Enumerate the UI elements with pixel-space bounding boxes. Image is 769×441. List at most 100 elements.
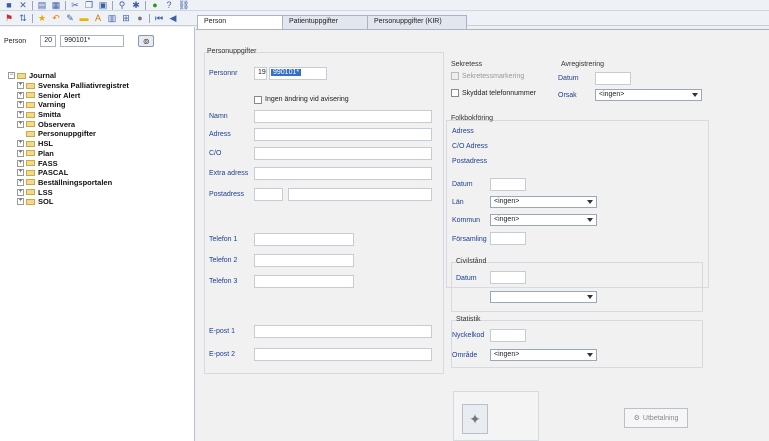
flag-icon[interactable]: ⚑ — [4, 13, 14, 23]
help-icon[interactable]: ? — [164, 0, 174, 10]
text-icon[interactable]: A — [93, 13, 103, 23]
tree-item[interactable]: + Plan — [8, 149, 129, 159]
tree-item[interactable]: + Varning — [8, 100, 129, 110]
link-icon[interactable]: ⛓ — [178, 0, 189, 10]
telefon2-field[interactable] — [254, 254, 354, 267]
expand-icon[interactable]: + — [17, 149, 24, 157]
tree-item[interactable]: + SOL — [8, 197, 129, 207]
tree-item[interactable]: + Smitta — [8, 110, 129, 120]
save-icon[interactable]: ■ — [4, 0, 14, 10]
civilstand-datum-field[interactable] — [490, 271, 526, 284]
avregistrering-datum-field[interactable] — [595, 72, 631, 85]
personnr-field[interactable]: 990101* — [269, 67, 327, 80]
expand-icon[interactable]: + — [17, 82, 24, 90]
epost1-field[interactable] — [254, 325, 432, 338]
tab-personuppgifter-kir[interactable]: Personuppgifter (KIR) — [367, 15, 467, 29]
expand-icon[interactable]: + — [17, 111, 24, 119]
previous-icon[interactable]: ◀ — [168, 13, 178, 23]
forsamling-field[interactable] — [490, 232, 526, 245]
sekretessmarkering-checkbox[interactable] — [451, 72, 459, 80]
tree-item[interactable]: + PASCAL — [8, 168, 129, 178]
favorite-star-icon[interactable]: ★ — [37, 13, 47, 23]
tree-item[interactable]: + Svenska Palliativregistret — [8, 81, 129, 91]
tree-item[interactable]: + FASS — [8, 158, 129, 168]
expand-icon[interactable]: + — [17, 140, 24, 148]
adress-field[interactable] — [254, 128, 432, 141]
plugin-button[interactable]: ✦ — [462, 404, 488, 434]
cut-icon[interactable]: ✂ — [70, 0, 80, 10]
print-icon[interactable]: ▤ — [37, 0, 47, 10]
action-panel: ✦ — [453, 391, 539, 441]
edit-icon[interactable]: ✎ — [65, 13, 75, 23]
collapse-icon[interactable]: − — [8, 72, 15, 80]
expand-icon[interactable]: + — [17, 91, 24, 99]
namn-field[interactable] — [254, 110, 432, 123]
expand-icon[interactable]: + — [17, 188, 24, 196]
expand-icon[interactable]: + — [17, 198, 24, 206]
tree-item[interactable]: + Beställningsportalen — [8, 178, 129, 188]
postnummer-field[interactable] — [254, 188, 283, 201]
star-icon[interactable]: ✱ — [131, 0, 141, 10]
pin-icon[interactable]: ⚲ — [117, 0, 127, 10]
tree-item[interactable]: + Observera — [8, 119, 129, 129]
tab-patientuppgifter[interactable]: Patientuppgifter — [282, 15, 368, 29]
close-icon[interactable]: ✕ — [18, 0, 28, 10]
chevron-down-icon — [587, 200, 593, 204]
folk-datum-label: Datum — [452, 181, 473, 188]
orsak-value: <ingen> — [599, 91, 625, 98]
sort-icon[interactable]: ⇅ — [18, 13, 28, 23]
folder-icon[interactable]: ▬ — [79, 13, 89, 23]
expand-icon[interactable]: + — [17, 178, 24, 186]
search-person-button[interactable]: ⊚ — [138, 35, 155, 47]
folder-icon — [26, 130, 35, 137]
ingen-andring-checkbox[interactable] — [254, 96, 262, 104]
first-icon[interactable]: ⏮ — [154, 13, 164, 23]
record-icon[interactable]: ● — [135, 13, 145, 23]
epost2-field[interactable] — [254, 348, 432, 361]
image-icon[interactable]: ▦ — [51, 0, 61, 10]
telefon1-field[interactable] — [254, 233, 354, 246]
skyddat-telefonnummer-checkbox[interactable] — [451, 89, 459, 97]
folk-adress-label: Adress — [452, 128, 474, 135]
omrade-select[interactable]: <ingen> — [490, 349, 597, 361]
tab-person[interactable]: Person — [197, 15, 283, 30]
paste-icon[interactable]: ▣ — [98, 0, 108, 10]
orsak-select[interactable]: <ingen> — [595, 89, 702, 101]
utbetalning-button[interactable]: ⚙ Utbetalning — [624, 408, 688, 428]
calendar-icon[interactable]: ▥ — [107, 13, 117, 23]
copy-icon[interactable]: ❐ — [84, 0, 94, 10]
grid-icon[interactable]: ⊞ — [121, 13, 131, 23]
binoculars-icon: ⊚ — [142, 36, 150, 46]
personnr-century-field[interactable]: 19 — [254, 67, 267, 80]
left-pane: Person 20 990101* ⊚ − Journal + Svenska Pal… — [0, 27, 195, 441]
person-number-field[interactable]: 20 — [40, 35, 57, 47]
tree-item[interactable]: + Senior Alert — [8, 90, 129, 100]
expand-icon[interactable]: + — [17, 101, 24, 109]
tree-item[interactable]: + HSL — [8, 139, 129, 149]
folkbokforing-title: Folkbokföring — [451, 115, 494, 122]
ok-icon[interactable]: ● — [150, 0, 160, 10]
civilstand-select[interactable] — [490, 291, 597, 303]
co-field[interactable] — [254, 147, 432, 160]
forsamling-label: Församling — [452, 236, 487, 243]
expand-icon[interactable]: + — [17, 169, 24, 177]
folder-icon — [26, 189, 35, 196]
tree-item[interactable]: Personuppgifter — [8, 129, 129, 139]
toolbar-separator — [149, 13, 150, 23]
tree-item[interactable]: + LSS — [8, 187, 129, 197]
telefon2-label: Telefon 2 — [209, 257, 238, 264]
folk-datum-field[interactable] — [490, 178, 526, 191]
person-id-field[interactable]: 990101* — [60, 35, 125, 47]
utbetalning-label: Utbetalning — [642, 414, 679, 422]
postort-field[interactable] — [288, 188, 432, 201]
telefon3-field[interactable] — [254, 275, 354, 288]
extra-adress-field[interactable] — [254, 167, 432, 180]
kommun-select[interactable]: <ingen> — [490, 214, 597, 226]
folder-icon — [26, 150, 35, 157]
undo-icon[interactable]: ↶ — [51, 13, 61, 23]
lan-select[interactable]: <ingen> — [490, 196, 597, 208]
tree-item[interactable]: − Journal — [8, 71, 129, 81]
expand-icon[interactable]: + — [17, 159, 24, 167]
nyckelkod-field[interactable] — [490, 329, 526, 342]
expand-icon[interactable]: + — [17, 120, 24, 128]
